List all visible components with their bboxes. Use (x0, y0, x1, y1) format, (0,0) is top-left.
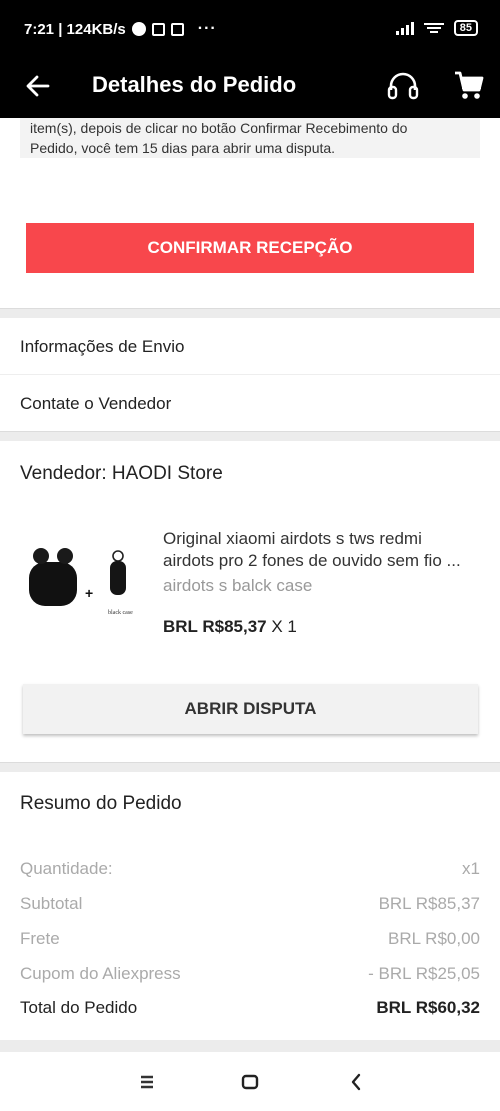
summary-label: Cupom do Aliexpress (20, 964, 181, 983)
menu-icon (141, 1075, 153, 1089)
notice-line-2: Pedido, você tem 15 dias para abrir uma … (30, 140, 336, 156)
status-bar: 7:21 | 124KB/s ··· 85 (0, 0, 500, 58)
summary-row-shipping: Frete BRL R$0,00 (20, 929, 480, 949)
summary-row-quantity: Quantidade: x1 (20, 859, 480, 879)
contact-seller-link[interactable]: Contate o Vendedor (0, 376, 500, 432)
home-button[interactable] (238, 1070, 262, 1094)
summary-label: Quantidade: (20, 859, 113, 878)
summary-value: BRL R$85,37 (378, 894, 480, 913)
signal-icon (395, 21, 414, 35)
product-title[interactable]: Original xiaomi airdots s tws redmi aird… (163, 528, 483, 572)
chevron-left-icon (351, 1073, 361, 1091)
product-price: BRL R$85,37 (163, 617, 267, 636)
summary-value: - BRL R$25,05 (368, 964, 480, 983)
summary-label: Frete (20, 929, 60, 948)
open-dispute-button[interactable]: ABRIR DISPUTA (23, 684, 478, 734)
headset-icon (387, 72, 419, 100)
total-label: Total do Pedido (20, 998, 138, 1017)
status-right: 85 (395, 20, 478, 36)
message-icon (151, 22, 165, 36)
product-title-line-1: Original xiaomi airdots s tws redmi (163, 529, 422, 548)
more-notifications-icon: ··· (197, 20, 217, 37)
summary-title: Resumo do Pedido (20, 793, 182, 814)
product-price-row: BRL R$85,37 X 1 (163, 617, 297, 637)
section-divider (0, 431, 500, 441)
status-time-speed: 7:21 | 124KB/s (24, 20, 126, 38)
whatsapp-icon (131, 22, 146, 36)
section-divider (0, 308, 500, 318)
summary-row-subtotal: Subtotal BRL R$85,37 (20, 894, 480, 914)
status-left: 7:21 | 124KB/s ··· (24, 20, 217, 38)
back-button[interactable] (22, 70, 54, 102)
total-value: BRL R$60,32 (376, 998, 480, 1017)
page-title: Detalhes do Pedido (92, 72, 297, 97)
arrow-left-icon (26, 75, 50, 97)
product-quantity: X 1 (271, 617, 297, 636)
svg-text:+: + (85, 585, 93, 601)
product-image[interactable]: + black case (25, 538, 135, 618)
support-button[interactable] (384, 68, 422, 106)
nav-back-button[interactable] (344, 1070, 368, 1094)
shipping-info-link[interactable]: Informações de Envio (0, 319, 500, 375)
section-divider (0, 1040, 500, 1052)
wifi-icon (423, 22, 444, 34)
section-divider (0, 762, 500, 772)
summary-row-coupon: Cupom do Aliexpress - BRL R$25,05 (20, 964, 480, 984)
calendar-icon (170, 22, 184, 36)
product-title-line-2: airdots pro 2 fones de ouvido sem fio ..… (163, 551, 461, 570)
cart-button[interactable] (453, 68, 485, 102)
system-nav-bar (0, 1052, 500, 1111)
cart-icon (455, 71, 484, 99)
summary-label: Subtotal (20, 894, 83, 913)
summary-row-total: Total do Pedido BRL R$60,32 (20, 998, 480, 1018)
image-caption: black case (108, 610, 133, 616)
earbuds-image: + black case (29, 548, 133, 616)
menu-button[interactable] (136, 1070, 160, 1094)
notice-line-1: item(s), depois de clicar no botão Confi… (30, 120, 408, 136)
product-variant: airdots s balck case (163, 576, 313, 595)
seller-name: Vendedor: HAODI Store (20, 463, 223, 484)
summary-value: x1 (462, 859, 480, 878)
battery-icon: 85 (453, 20, 478, 36)
summary-value: BRL R$0,00 (388, 929, 480, 948)
app-bar: Detalhes do Pedido (0, 58, 500, 118)
confirm-receipt-button[interactable]: CONFIRMAR RECEPÇÃO (26, 223, 474, 273)
home-square-icon (241, 1074, 259, 1090)
